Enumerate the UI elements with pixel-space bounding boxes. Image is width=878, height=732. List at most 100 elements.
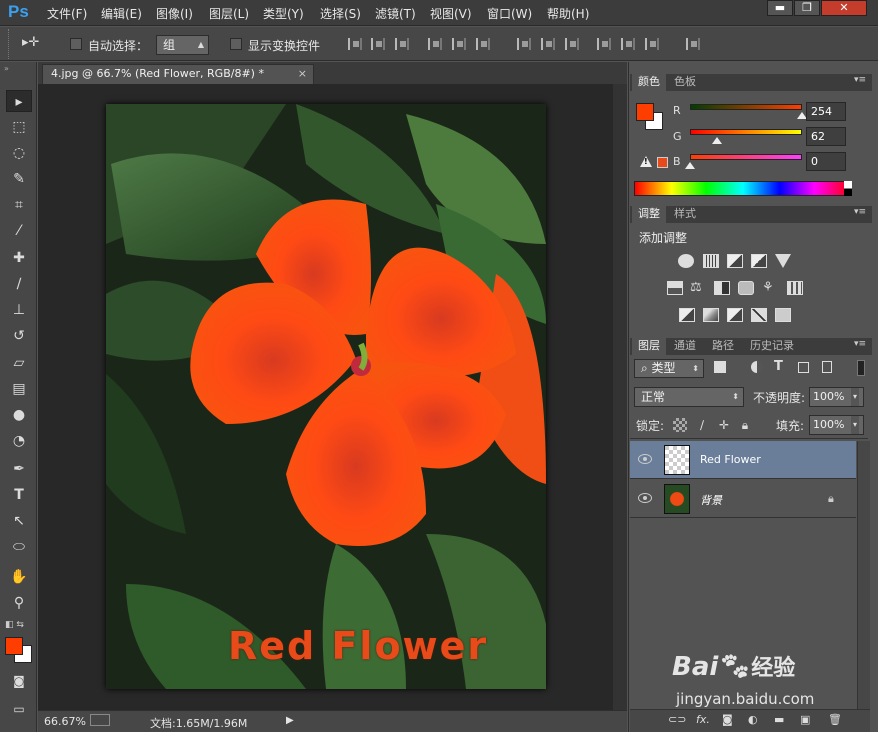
align-left-icon[interactable] <box>428 38 442 50</box>
hue-saturation-icon[interactable] <box>667 281 683 295</box>
crop-tool-icon[interactable]: ⌗ <box>6 194 32 216</box>
channel-mixer-icon[interactable]: ⚘ <box>762 280 774 295</box>
hand-tool-icon[interactable]: ✋ <box>6 566 32 588</box>
distribute-top-icon[interactable] <box>517 38 531 50</box>
b-slider[interactable] <box>690 154 802 160</box>
align-right-icon[interactable] <box>476 38 490 50</box>
filter-toggle-switch[interactable] <box>857 360 865 376</box>
tab-paths[interactable]: 路径 <box>706 338 740 355</box>
panel-menu-icon[interactable]: ▾≡ <box>854 339 866 349</box>
distribute-hcenter-icon[interactable] <box>621 38 635 50</box>
tab-adjustments[interactable]: 调整 <box>632 206 666 223</box>
close-button[interactable]: ✕ <box>821 0 867 16</box>
foreground-color-swatch[interactable] <box>5 637 23 655</box>
vibrance-icon[interactable] <box>775 254 791 268</box>
tab-channels[interactable]: 通道 <box>668 338 702 355</box>
brush-tool-icon[interactable]: ∕ <box>6 273 32 295</box>
r-value-field[interactable]: 254 <box>806 102 846 121</box>
healing-brush-tool-icon[interactable]: ✚ <box>6 247 32 269</box>
visibility-eye-icon[interactable] <box>638 493 652 503</box>
menu-select[interactable]: 选择(S) <box>320 5 361 22</box>
fx-icon[interactable]: fx. <box>696 713 710 726</box>
align-hcenter-icon[interactable] <box>452 38 466 50</box>
r-slider[interactable] <box>690 104 802 110</box>
show-transform-checkbox[interactable] <box>230 38 242 50</box>
distribute-left-icon[interactable] <box>597 38 611 50</box>
g-slider-knob[interactable] <box>712 137 723 144</box>
panel-menu-icon[interactable]: ▾≡ <box>854 75 866 85</box>
eyedropper-tool-icon[interactable]: ⁄ <box>6 220 32 242</box>
close-tab-icon[interactable]: × <box>298 65 307 83</box>
fg-color-chip[interactable] <box>636 103 654 121</box>
lock-pixels-brush-icon[interactable]: ∕ <box>695 418 709 432</box>
menu-image[interactable]: 图像(I) <box>156 5 193 22</box>
tab-layers[interactable]: 图层 <box>632 338 666 355</box>
blur-tool-icon[interactable]: ● <box>6 404 32 426</box>
quick-select-tool-icon[interactable]: ✎ <box>6 168 32 190</box>
ellipse-tool-icon[interactable]: ⬭ <box>6 536 32 558</box>
pen-tool-icon[interactable]: ✒ <box>6 458 32 480</box>
layers-scrollbar[interactable] <box>857 441 870 709</box>
color-balance-icon[interactable]: ⚖ <box>690 280 702 295</box>
distribute-right-icon[interactable] <box>645 38 659 50</box>
menu-edit[interactable]: 编辑(E) <box>101 5 142 22</box>
new-group-icon[interactable]: ▬ <box>774 713 784 726</box>
default-colors-icon[interactable]: ◧ ⇆ <box>5 620 24 630</box>
threshold-icon[interactable] <box>727 308 743 322</box>
marquee-tool-icon[interactable]: ⬚ <box>6 116 32 138</box>
visibility-eye-icon[interactable] <box>638 454 652 464</box>
distribute-vcenter-icon[interactable] <box>541 38 555 50</box>
type-tool-icon[interactable]: T <box>6 484 32 506</box>
lock-transparent-icon[interactable] <box>673 418 687 432</box>
exposure-icon[interactable] <box>751 254 767 268</box>
align-vcenter-icon[interactable] <box>371 38 385 50</box>
auto-select-checkbox[interactable] <box>70 38 82 50</box>
chevron-down-icon[interactable]: ▾ <box>850 388 859 406</box>
fill-field[interactable]: 100% ▾ <box>809 415 864 435</box>
collapse-arrows-icon[interactable]: » <box>4 64 9 73</box>
gamut-color-chip[interactable] <box>657 157 668 168</box>
photo-filter-icon[interactable] <box>738 281 754 295</box>
gradient-map-icon[interactable] <box>751 308 767 322</box>
invert-icon[interactable] <box>679 308 695 322</box>
g-value-field[interactable]: 62 <box>806 127 846 146</box>
tab-swatches[interactable]: 色板 <box>668 74 702 91</box>
g-slider[interactable] <box>690 129 802 135</box>
status-menu-arrow-icon[interactable]: ▶ <box>286 715 294 726</box>
add-mask-icon[interactable]: ◙ <box>722 713 733 726</box>
zoom-level[interactable]: 66.67% <box>44 715 86 728</box>
quick-mask-icon[interactable]: ◙ <box>6 670 32 692</box>
menu-file[interactable]: 文件(F) <box>47 5 87 22</box>
chevron-down-icon[interactable]: ▾ <box>850 416 859 434</box>
posterize-icon[interactable] <box>703 308 719 322</box>
b-slider-knob[interactable] <box>685 162 695 169</box>
move-tool-preset-icon[interactable]: ▸✛ <box>22 35 48 53</box>
menu-filter[interactable]: 滤镜(T) <box>375 5 416 22</box>
black-white-icon[interactable] <box>714 281 730 295</box>
filter-adjustment-icon[interactable] <box>751 361 763 373</box>
canvas-area[interactable]: Red Flower <box>38 84 627 710</box>
levels-icon[interactable] <box>703 254 719 268</box>
blend-mode-dropdown[interactable]: 正常 ⬍ <box>634 387 744 407</box>
color-spectrum-bar[interactable] <box>634 181 852 196</box>
eraser-tool-icon[interactable]: ▱ <box>6 352 32 374</box>
clone-stamp-tool-icon[interactable]: ⊥ <box>6 299 32 321</box>
filter-type-icon[interactable]: T <box>774 359 783 374</box>
new-adjustment-icon[interactable]: ◐ <box>748 713 758 726</box>
red-flower-text-layer[interactable]: Red Flower <box>228 624 488 668</box>
tab-styles[interactable]: 样式 <box>668 206 702 223</box>
history-brush-tool-icon[interactable]: ↺ <box>6 325 32 347</box>
tab-history[interactable]: 历史记录 <box>744 338 800 355</box>
dodge-tool-icon[interactable]: ◔ <box>6 430 32 452</box>
delete-layer-icon[interactable]: 🗑︎ <box>828 713 842 726</box>
b-value-field[interactable]: 0 <box>806 152 846 171</box>
link-layers-icon[interactable]: ⊂⊃ <box>668 713 686 726</box>
align-top-icon[interactable] <box>348 38 362 50</box>
screen-mode-icon[interactable]: ▭ <box>6 698 32 720</box>
vertical-scrollbar[interactable] <box>613 84 627 710</box>
layer-row-background[interactable]: 背景 🔒︎ <box>630 480 856 518</box>
filter-smart-object-icon[interactable] <box>822 361 832 373</box>
auto-select-dropdown[interactable]: 组 ▲ <box>156 35 209 55</box>
align-bottom-icon[interactable] <box>395 38 409 50</box>
menu-window[interactable]: 窗口(W) <box>487 5 532 22</box>
